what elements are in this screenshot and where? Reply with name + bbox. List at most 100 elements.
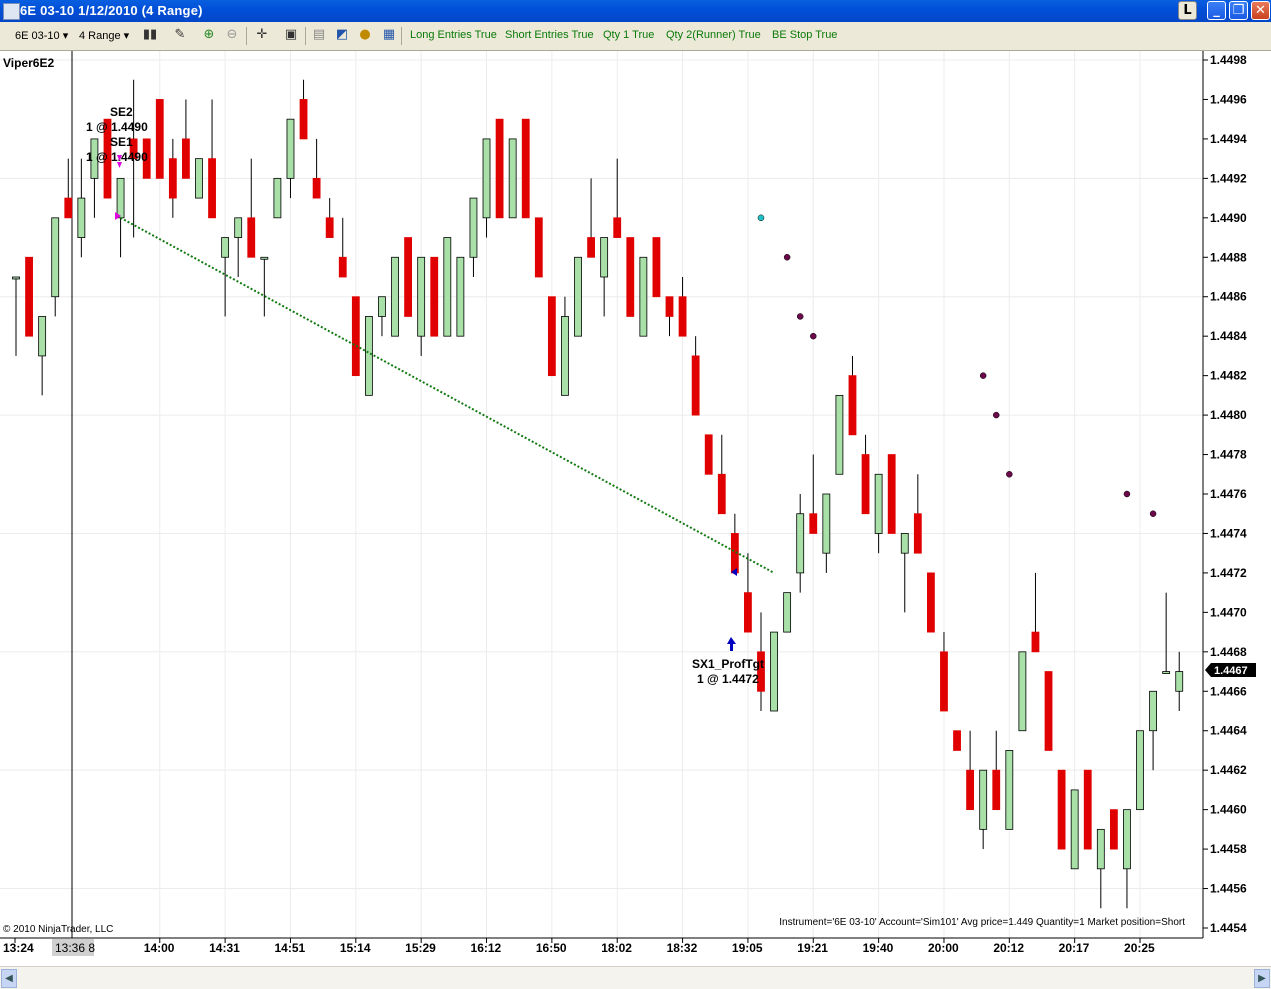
toolbar-separator	[246, 27, 247, 45]
scroll-left-arrow-icon[interactable]: ◀	[1, 969, 17, 988]
price-tick-label: 1.4498	[1210, 53, 1247, 67]
price-tick-label: 1.4464	[1210, 724, 1247, 738]
candle-up	[1162, 671, 1171, 674]
time-tick-label: 18:32	[667, 941, 698, 955]
time-tick-label: 15:14	[340, 941, 371, 955]
time-tick-label: 19:21	[797, 941, 828, 955]
price-tick-label: 1.4474	[1210, 526, 1247, 540]
time-tick-label: 20:25	[1124, 941, 1155, 955]
candle-up	[822, 493, 831, 554]
se2-label: SE2	[110, 105, 133, 119]
price-tick-label: 1.4480	[1210, 408, 1247, 422]
instrument-label: 6E 03-10	[15, 30, 60, 42]
strategy-icon[interactable]: ●	[357, 27, 373, 43]
candle-down	[730, 533, 739, 574]
horizontal-scrollbar[interactable]: ◀ ▶	[0, 966, 1271, 989]
candle-up	[508, 138, 517, 219]
scroll-track[interactable]	[18, 969, 1253, 986]
price-tick-label: 1.4458	[1210, 842, 1247, 856]
stop-dot	[796, 313, 804, 320]
candle-down	[521, 118, 530, 219]
link-button[interactable]: L	[1178, 1, 1197, 20]
candle-up	[364, 316, 373, 396]
candle-up	[260, 256, 269, 260]
stop-dot	[783, 254, 791, 261]
candle-up	[1005, 750, 1014, 830]
drawing-pen-icon[interactable]: ✎	[172, 27, 188, 43]
time-tick-label: 14:00	[144, 941, 175, 955]
candle-down	[913, 513, 922, 554]
candle-down	[848, 375, 857, 436]
candle-down	[809, 513, 818, 534]
crosshair-icon[interactable]: ✛	[254, 27, 270, 43]
crosshair-time-marker: 13:36 8	[52, 939, 95, 956]
candle-down	[665, 296, 674, 317]
chart-trader-icon[interactable]: ▦	[381, 27, 397, 43]
time-tick-label: 20:12	[993, 941, 1024, 955]
candle-up	[1149, 690, 1157, 732]
candle-down	[1044, 671, 1053, 751]
candle-down	[691, 355, 700, 416]
stop-dot	[1006, 471, 1013, 478]
candle-up	[835, 394, 844, 475]
indicators-icon[interactable]: ◩	[334, 27, 350, 43]
candle-up	[1018, 651, 1027, 732]
candle-up	[378, 296, 386, 317]
price-tick-label: 1.4482	[1210, 369, 1247, 383]
candle-down	[547, 296, 556, 377]
chevron-down-icon: ▾	[123, 30, 130, 42]
candle-down	[1083, 769, 1092, 850]
chart-panel[interactable]: SE2 1 @ 1.4490 SE1 1 @ 1.4490 SX1_ProfTg…	[0, 51, 1271, 966]
candle-up	[482, 138, 491, 219]
sx1-fill-label: 1 @ 1.4472	[697, 672, 759, 686]
price-tick-label: 1.4468	[1210, 645, 1247, 659]
properties-icon[interactable]: ▣	[283, 27, 299, 43]
param-be-stop: BE Stop True	[772, 29, 838, 41]
candle-down	[351, 296, 360, 377]
minimize-button[interactable]: _	[1207, 1, 1226, 20]
copyright-text: © 2010 NinjaTrader, LLC	[3, 924, 113, 935]
zoom-out-icon[interactable]: ⊖	[224, 27, 240, 43]
candle-up	[286, 118, 295, 179]
stop-dot	[1123, 490, 1131, 498]
candle-down	[613, 217, 622, 238]
param-short-entries: Short Entries True	[505, 29, 594, 41]
candle-down	[1031, 631, 1040, 653]
time-tick-label: 19:05	[732, 941, 763, 955]
candle-up	[1123, 809, 1131, 870]
candle-down	[312, 177, 321, 199]
trade-markers: SE2 1 @ 1.4490 SE1 1 @ 1.4490 SX1_ProfTg…	[86, 105, 764, 686]
candle-down	[626, 237, 635, 317]
period-selector[interactable]: 4 Range ▾	[79, 29, 129, 42]
close-button[interactable]: ✕	[1251, 1, 1270, 20]
candles	[12, 79, 1184, 909]
toolbar-separator	[305, 27, 306, 45]
bar-type-icon[interactable]: ▮▮	[142, 27, 158, 43]
price-chart[interactable]: SE2 1 @ 1.4490 SE1 1 @ 1.4490 SX1_ProfTg…	[0, 51, 1271, 966]
candle-up	[38, 316, 47, 357]
candle-down	[325, 217, 334, 238]
candle-down	[64, 197, 73, 219]
price-tick-label: 1.4466	[1210, 684, 1247, 698]
candle-up	[639, 256, 648, 337]
chart-toolbar: 6E 03-10 ▾ 4 Range ▾ ▮▮ ✎ ⊕ ⊖ ✛ ▣ ▤ ◩ ● …	[0, 22, 1271, 51]
grid	[0, 51, 1203, 938]
instrument-selector[interactable]: 6E 03-10 ▾	[15, 29, 68, 42]
zoom-in-icon[interactable]: ⊕	[201, 27, 217, 43]
candle-up	[116, 177, 125, 219]
candle-down	[587, 237, 595, 258]
price-tick-label: 1.4456	[1210, 882, 1247, 896]
maximize-button[interactable]: ❐	[1229, 1, 1248, 20]
stop-dot	[810, 332, 817, 340]
stop-dot	[757, 214, 765, 222]
chevron-down-icon: ▾	[62, 30, 69, 42]
stop-dot	[979, 372, 987, 379]
candle-up	[443, 237, 452, 337]
candle-down	[495, 118, 504, 219]
chart-app-icon	[3, 3, 20, 20]
candle-up	[574, 256, 582, 337]
price-tick-label: 1.4484	[1210, 329, 1247, 343]
candle-down	[652, 237, 661, 298]
scroll-right-arrow-icon[interactable]: ▶	[1254, 969, 1270, 988]
data-box-icon[interactable]: ▤	[311, 27, 327, 43]
